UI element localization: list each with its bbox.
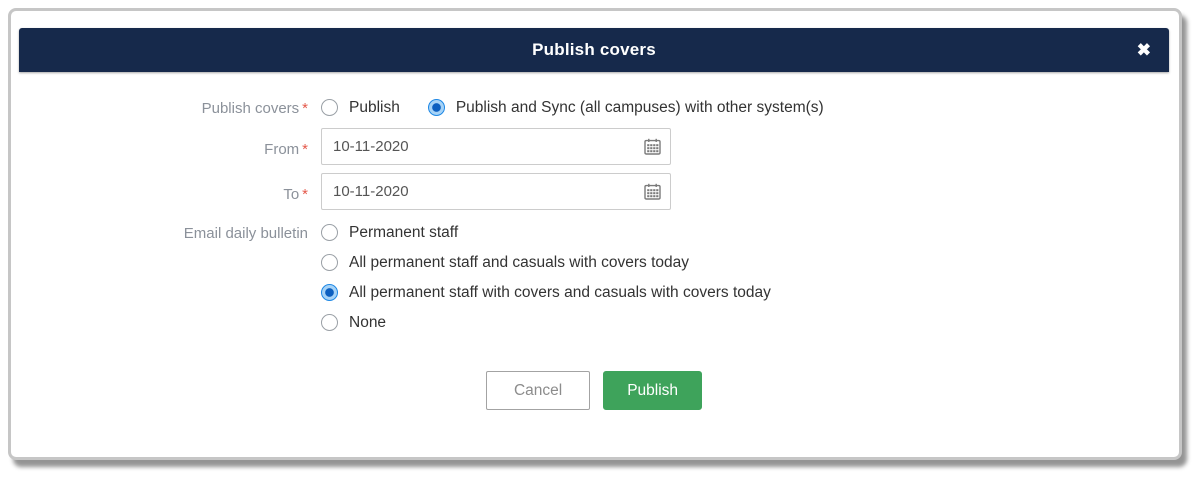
- to-label-text: To: [283, 186, 299, 203]
- calendar-icon[interactable]: [644, 183, 661, 200]
- to-label: To*: [19, 173, 321, 205]
- radio-option-publish[interactable]: Publish: [321, 97, 400, 118]
- screenshot-frame: Publish covers ✖ Publish covers* Publish: [8, 8, 1182, 460]
- dialog-title: Publish covers: [532, 40, 656, 60]
- radio-option-publish-and-sync[interactable]: Publish and Sync (all campuses) with oth…: [428, 97, 824, 118]
- cancel-button[interactable]: Cancel: [486, 371, 590, 410]
- required-asterisk: *: [302, 141, 308, 158]
- dialog-actions: Cancel Publish: [19, 371, 1169, 410]
- email-daily-bulletin-label: Email daily bulletin: [19, 219, 321, 244]
- radio-option-label: Permanent staff: [349, 222, 458, 243]
- radio-option-label: Publish: [349, 97, 400, 118]
- close-icon[interactable]: ✖: [1137, 42, 1151, 59]
- to-date-row: To*: [19, 173, 1169, 210]
- required-asterisk: *: [302, 186, 308, 203]
- radio-option-label: None: [349, 312, 386, 333]
- from-date-row: From*: [19, 128, 1169, 165]
- email-daily-bulletin-row: Email daily bulletin Permanent staff All…: [19, 219, 1169, 333]
- radio-option-none[interactable]: None: [321, 312, 1169, 333]
- radio-option-label: All permanent staff and casuals with cov…: [349, 252, 689, 273]
- publish-covers-radio-group: Publish Publish and Sync (all campuses) …: [321, 94, 1169, 118]
- from-label-text: From: [264, 141, 299, 158]
- publish-covers-label: Publish covers*: [19, 94, 321, 119]
- radio-button[interactable]: [321, 314, 338, 331]
- from-label: From*: [19, 128, 321, 160]
- from-date-field: [321, 128, 671, 165]
- radio-option-permanent-staff[interactable]: Permanent staff: [321, 222, 1169, 243]
- to-date-input[interactable]: [321, 173, 671, 210]
- radio-button[interactable]: [321, 99, 338, 116]
- from-date-input[interactable]: [321, 128, 671, 165]
- publish-covers-dialog: Publish covers ✖ Publish covers* Publish: [19, 28, 1169, 457]
- radio-button[interactable]: [321, 254, 338, 271]
- radio-option-all-permanent-with-covers[interactable]: All permanent staff with covers and casu…: [321, 282, 1169, 303]
- radio-option-label: All permanent staff with covers and casu…: [349, 282, 771, 303]
- radio-option-label: Publish and Sync (all campuses) with oth…: [456, 97, 824, 118]
- publish-covers-row: Publish covers* Publish Publish and Sync…: [19, 94, 1169, 119]
- radio-button[interactable]: [321, 284, 338, 301]
- dialog-header: Publish covers ✖: [19, 28, 1169, 72]
- to-date-field: [321, 173, 671, 210]
- radio-button[interactable]: [321, 224, 338, 241]
- required-asterisk: *: [302, 100, 308, 117]
- publish-button[interactable]: Publish: [603, 371, 702, 410]
- dialog-body: Publish covers* Publish Publish and Sync…: [19, 72, 1169, 440]
- calendar-icon[interactable]: [644, 138, 661, 155]
- radio-button[interactable]: [428, 99, 445, 116]
- email-daily-bulletin-radio-group: Permanent staff All permanent staff and …: [321, 219, 1169, 333]
- radio-option-all-permanent-and-casuals[interactable]: All permanent staff and casuals with cov…: [321, 252, 1169, 273]
- publish-covers-label-text: Publish covers: [202, 100, 300, 117]
